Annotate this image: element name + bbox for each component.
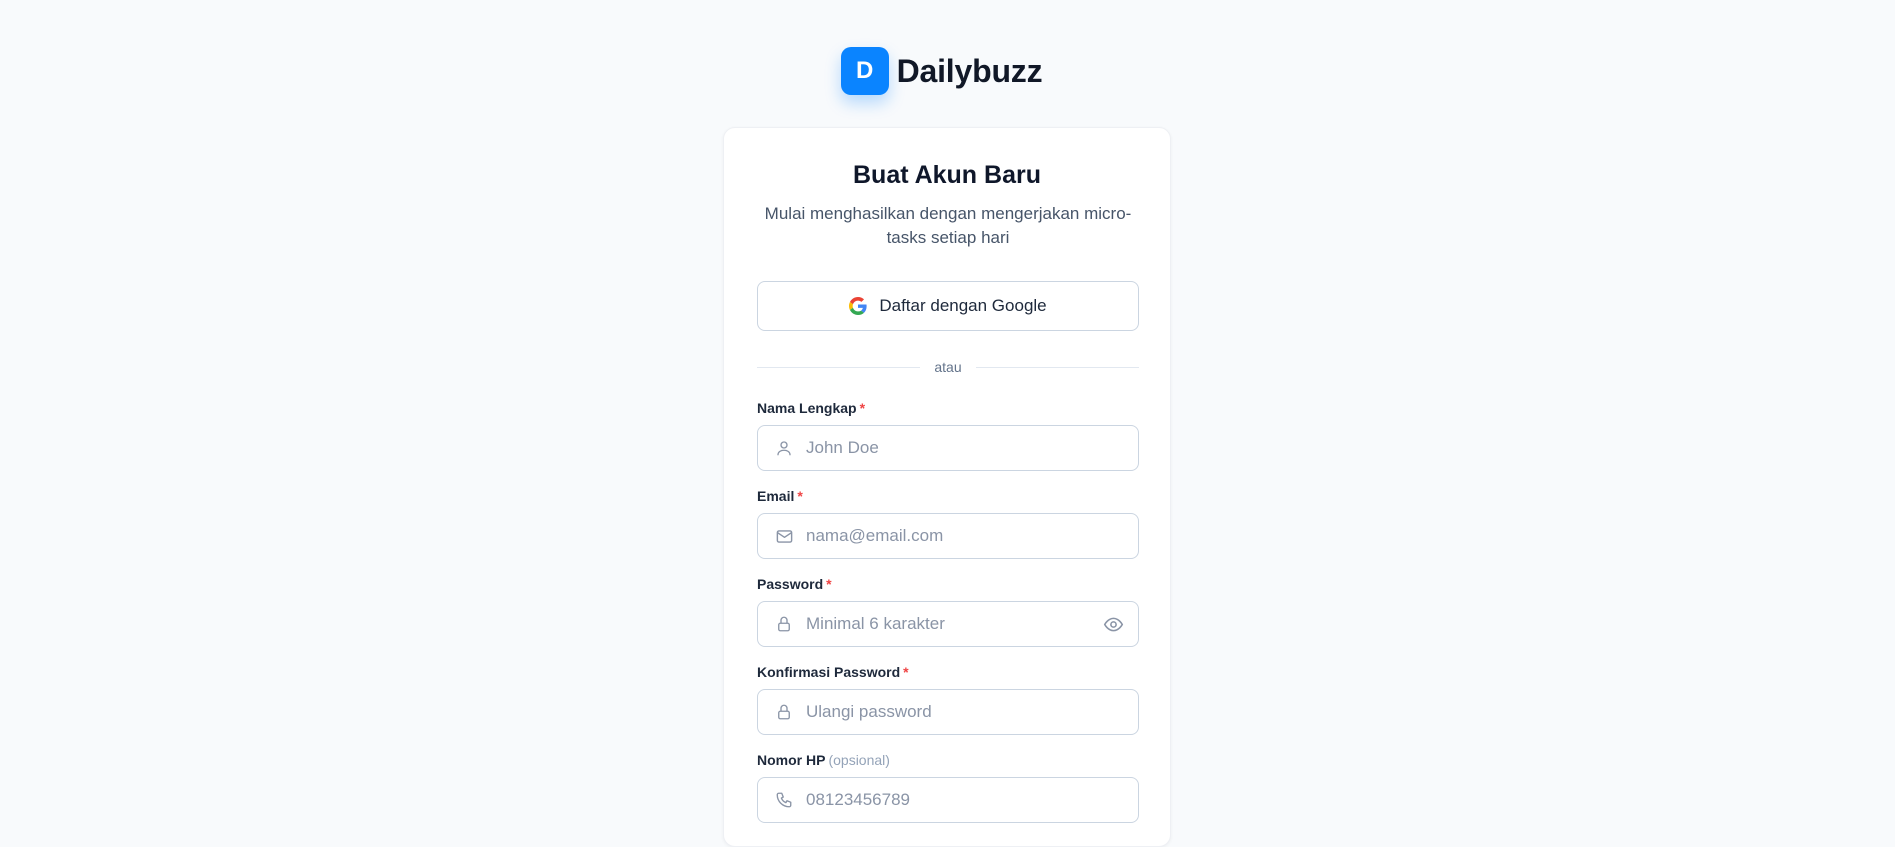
brand-header: D Dailybuzz — [0, 47, 1889, 95]
logo-letter: D — [855, 57, 874, 84]
divider-text: atau — [934, 359, 962, 375]
google-button-label: Daftar dengan Google — [879, 296, 1047, 315]
logo-icon: D — [840, 47, 889, 95]
phone-field[interactable] — [757, 777, 1139, 823]
required-marker: * — [859, 400, 866, 416]
email-field[interactable] — [757, 513, 1139, 559]
divider: atau — [757, 357, 1139, 377]
name-field[interactable] — [757, 425, 1139, 471]
phone-input[interactable] — [806, 778, 1138, 822]
brand-name: Dailybuzz — [896, 52, 1043, 89]
page-title: Buat Akun Baru — [853, 161, 1041, 189]
confirm-password-field[interactable] — [757, 689, 1139, 735]
password-input[interactable] — [806, 602, 1102, 646]
email-input[interactable] — [806, 514, 1138, 558]
google-signup-button[interactable]: Daftar dengan Google — [757, 281, 1139, 331]
confirm-password-input[interactable] — [806, 690, 1138, 734]
lock-icon — [774, 614, 794, 634]
required-marker: * — [903, 664, 909, 680]
name-input[interactable] — [806, 426, 1138, 470]
lock-icon — [774, 702, 794, 722]
eye-icon[interactable] — [1102, 613, 1124, 635]
phone-label: Nomor HP (opsional) — [757, 752, 890, 768]
signup-card: Buat Akun Baru Mulai menghasilkan dengan… — [723, 127, 1171, 847]
google-icon — [849, 297, 867, 315]
confirm-password-label: Konfirmasi Password * — [757, 664, 909, 680]
password-label: Password * — [757, 576, 832, 592]
required-marker: * — [797, 488, 803, 504]
password-field[interactable] — [757, 601, 1139, 647]
page-subtitle: Mulai menghasilkan dengan mengerjakan mi… — [764, 204, 1132, 247]
email-label: Email * — [757, 488, 803, 504]
user-icon — [774, 438, 794, 458]
phone-icon — [774, 790, 794, 810]
mail-icon — [774, 526, 794, 546]
required-marker: * — [826, 576, 832, 592]
name-label: Nama Lengkap * — [757, 400, 866, 416]
optional-marker: (opsional) — [828, 752, 890, 768]
